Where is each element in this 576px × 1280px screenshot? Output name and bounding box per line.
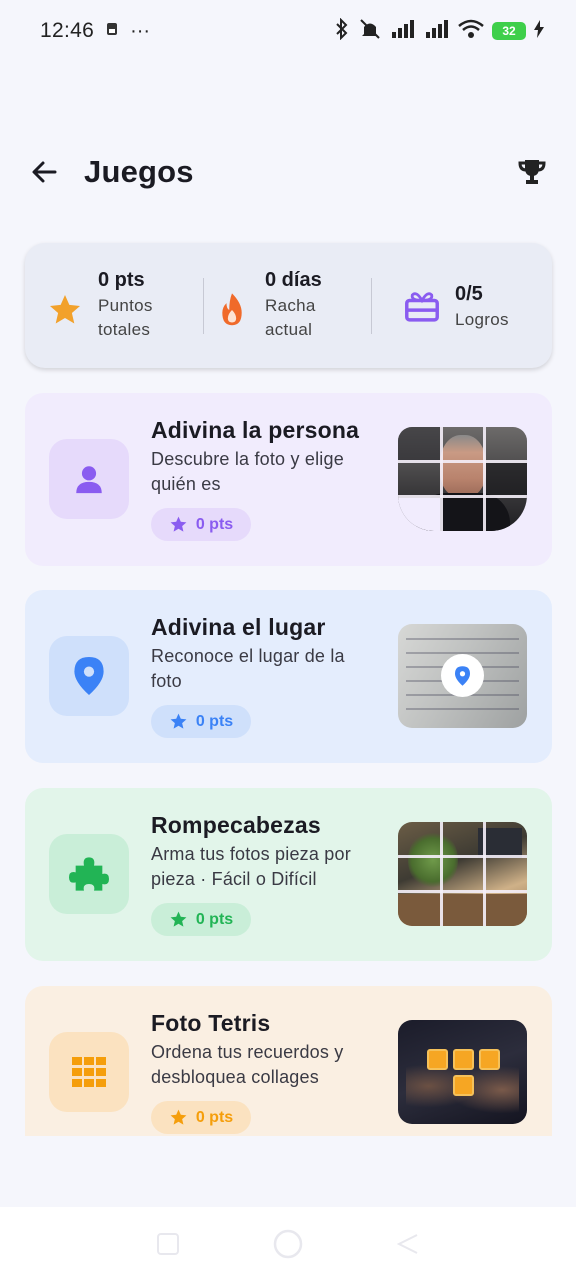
star-icon: [170, 713, 187, 729]
game-description: Reconoce el lugar de la foto: [151, 646, 345, 691]
gift-icon: [402, 286, 442, 326]
status-more: ···: [130, 19, 151, 42]
divider: [371, 277, 372, 334]
game-title: Foto Tetris: [151, 1010, 271, 1036]
puzzle-grid-overlay: [398, 822, 527, 926]
star-icon: [170, 516, 187, 532]
game-title: Adivina la persona: [151, 417, 360, 443]
reveal-grid-overlay: [398, 427, 527, 531]
game-icon-box: [49, 834, 129, 914]
game-description: Descubre la foto y elige quién es: [151, 449, 344, 494]
signal-icon: [390, 19, 416, 44]
stat-achievements: 0/5 Logros: [402, 266, 552, 346]
game-description: Ordena tus recuerdos y desbloquea collag…: [151, 1042, 344, 1087]
game-icon-box: [49, 1032, 129, 1112]
streak-value: 0 días: [265, 268, 322, 291]
game-card-foto-tetris[interactable]: Foto Tetris Ordena tus recuerdos y desbl…: [25, 986, 552, 1136]
achievements-value: 0/5: [455, 282, 483, 305]
location-pin-icon: [74, 657, 104, 695]
game-card-adivina-lugar[interactable]: Adivina el lugar Reconoce el lugar de la…: [25, 590, 552, 763]
game-description: Arma tus fotos pieza por pieza · Fácil o…: [151, 844, 351, 889]
game-thumbnail-photo: [398, 427, 527, 531]
recents-button[interactable]: [148, 1224, 188, 1264]
stat-achievements-text: 0/5 Logros: [455, 280, 509, 332]
stat-streak-text: 0 días Racha actual: [265, 266, 322, 342]
points-value: 0 pts: [98, 268, 145, 291]
points-badge: 0 pts: [151, 705, 251, 738]
game-title: Rompecabezas: [151, 812, 321, 838]
charging-icon: [534, 19, 544, 43]
game-thumbnail-photo: [398, 822, 527, 926]
status-right: 32: [334, 17, 544, 45]
circle-icon: [273, 1229, 303, 1258]
points-badge-label: 0 pts: [195, 910, 234, 928]
person-icon: [76, 466, 102, 494]
signal-icon-2: [424, 19, 450, 44]
back-button[interactable]: [24, 152, 64, 192]
puzzle-icon: [69, 857, 109, 891]
points-badge: 0 pts: [151, 1101, 251, 1134]
divider: [203, 277, 204, 334]
trophy-button[interactable]: [512, 152, 552, 192]
grid-icon: [72, 1057, 106, 1087]
points-badge-label: 0 pts: [195, 1108, 234, 1126]
points-badge-label: 0 pts: [195, 515, 234, 533]
status-time: 12:46: [40, 19, 95, 42]
game-icon-box: [49, 636, 129, 716]
game-thumbnail-photo: [398, 1020, 527, 1124]
points-badge: 0 pts: [151, 903, 251, 936]
points-badge-label: 0 pts: [195, 712, 234, 730]
triangle-back-icon: [396, 1233, 418, 1254]
fire-icon: [212, 290, 252, 330]
game-card-rompecabezas[interactable]: Rompecabezas Arma tus fotos pieza por pi…: [25, 788, 552, 961]
points-label-2: totales: [98, 319, 151, 339]
stat-points: 0 pts Puntos totales: [45, 266, 203, 346]
stats-card: 0 pts Puntos totales 0 días Racha actual…: [25, 243, 552, 368]
arrow-left-icon: [32, 161, 57, 183]
streak-label-1: Racha: [265, 295, 316, 315]
mute-icon: [358, 18, 382, 45]
status-left: 12:46 ···: [40, 19, 150, 43]
app-header: Juegos: [0, 140, 576, 204]
wifi-icon: [458, 19, 484, 44]
game-thumbnail-photo: [398, 624, 527, 728]
status-bar: 12:46 ··· 32: [0, 0, 576, 62]
game-card-adivina-persona[interactable]: Adivina la persona Descubre la foto y el…: [25, 393, 552, 566]
page-title: Juegos: [84, 154, 194, 189]
location-pin-icon: [455, 665, 470, 686]
back-nav-button[interactable]: [388, 1224, 428, 1264]
game-icon-box: [49, 439, 129, 519]
bluetooth-icon: [334, 17, 350, 45]
sim-icon: [104, 20, 120, 43]
stat-points-text: 0 pts Puntos totales: [98, 266, 153, 342]
battery-indicator: 32: [492, 22, 526, 40]
trophy-icon: [518, 160, 546, 184]
points-label-1: Puntos: [98, 295, 153, 315]
star-icon: [45, 290, 85, 330]
home-button[interactable]: [268, 1224, 308, 1264]
square-icon: [157, 1232, 179, 1255]
system-nav-bar: [0, 1207, 576, 1280]
stat-streak: 0 días Racha actual: [212, 266, 371, 346]
star-icon: [170, 911, 187, 927]
location-marker: [441, 654, 484, 697]
streak-label-2: actual: [265, 319, 313, 339]
achievements-label: Logros: [455, 309, 509, 329]
game-title: Adivina el lugar: [151, 614, 326, 640]
star-icon: [170, 1109, 187, 1125]
points-badge: 0 pts: [151, 508, 251, 541]
